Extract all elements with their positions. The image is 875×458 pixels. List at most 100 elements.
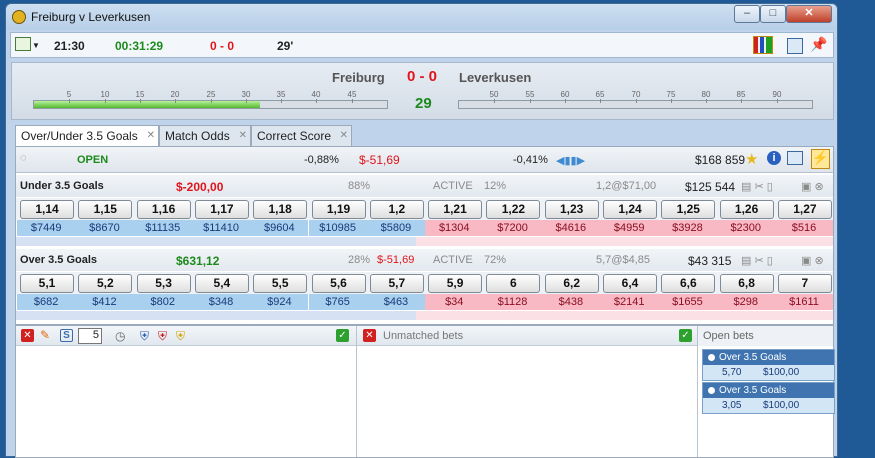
stake-select[interactable]: 5 [78,328,102,344]
lay-volume[interactable]: $7200 [483,220,542,236]
back-odds-button[interactable]: 5,6 [311,274,366,293]
info-icon[interactable]: i [767,151,781,165]
confirm-check-icon[interactable]: ✓ [336,329,349,342]
pin-icon[interactable]: 📌 [810,36,827,53]
back-volume[interactable]: $7449 [17,220,76,236]
lay-odds-button[interactable]: 1,22 [486,200,541,219]
lay-volume[interactable]: $2300 [716,220,775,236]
lay-odds-button[interactable]: 6 [486,274,541,293]
shield-blue-icon[interactable]: ⛨ [140,329,149,344]
lay-odds-button[interactable]: 6,2 [544,274,599,293]
back-volume[interactable]: $11135 [133,220,192,236]
shield-warning-icon[interactable]: ⛨ [176,329,185,344]
runner-tools-icon[interactable]: ▤ ✂ ▯ [741,254,773,267]
screenshot-icon[interactable] [787,38,803,54]
header-score: 0 - 0 [407,68,438,85]
back-volume[interactable]: $11410 [191,220,251,236]
expand-icon[interactable]: ▣ ⊗ [801,180,824,193]
cancel-all-icon[interactable]: ✕ [21,329,34,342]
lay-volume[interactable]: $1128 [483,294,542,310]
back-odds-button[interactable]: 1,15 [78,200,133,219]
confirm-unmatched-icon[interactable]: ✓ [679,329,692,342]
star-icon[interactable]: ★ [745,150,758,168]
back-volume[interactable]: $8670 [75,220,134,236]
cancel-unmatched-icon[interactable]: ✕ [363,329,376,342]
new-window-icon[interactable] [15,37,31,51]
lay-volume[interactable]: $34 [425,294,484,310]
lay-volume[interactable]: $516 [774,220,834,236]
timeline-tick [69,99,70,103]
lay-odds-button[interactable]: 1,25 [661,200,716,219]
depth-bar [16,311,833,320]
maximize-button[interactable]: □ [760,5,786,23]
back-volume[interactable]: $412 [75,294,134,310]
back-odds-button[interactable]: 1,16 [136,200,191,219]
lay-volume[interactable]: $438 [541,294,600,310]
volume-row: $682 $412 $802 $348 $924 $765 $463 $34 $1128 $438… [16,294,834,310]
back-odds-button[interactable]: 5,4 [194,274,249,293]
lay-odds-button[interactable]: 6,8 [719,274,774,293]
graph-icon[interactable] [787,151,803,165]
lay-odds-button[interactable]: 1,21 [428,200,483,219]
lay-volume[interactable]: $4616 [541,220,600,236]
back-volume[interactable]: $802 [133,294,192,310]
close-button[interactable]: ✕ [786,5,832,23]
back-volume[interactable]: $5809 [366,220,426,236]
chart-icon[interactable] [753,36,773,54]
back-volume[interactable]: $10985 [308,220,367,236]
broom-icon[interactable]: ✎ [40,328,50,342]
lay-volume[interactable]: $298 [716,294,775,310]
lay-odds-button[interactable]: 6,6 [661,274,716,293]
back-odds-button[interactable]: 1,2 [369,200,424,219]
back-volume[interactable]: $348 [191,294,251,310]
dropdown-icon[interactable]: ▼ [32,41,40,50]
back-odds-button[interactable]: 1,14 [20,200,74,219]
back-volume[interactable]: $463 [366,294,426,310]
stopwatch-icon[interactable]: ◷ [115,329,125,343]
lay-odds-button[interactable]: 1,23 [544,200,599,219]
tab-correct-score[interactable]: Correct Score ✕ [251,125,352,146]
timeline-tick [281,99,282,103]
lay-odds-button[interactable]: 1,27 [777,200,832,219]
back-volume[interactable]: $9604 [250,220,309,236]
lay-volume[interactable]: $1611 [774,294,834,310]
lay-odds-button[interactable]: 6,4 [603,274,657,293]
back-odds-button[interactable]: 5,7 [369,274,424,293]
refresh-arrows-icon[interactable]: ◀▮▮▶ [556,154,585,167]
tab-over-under[interactable]: Over/Under 3.5 Goals ✕ [15,125,159,147]
lay-volume[interactable]: $3928 [658,220,717,236]
back-volume[interactable]: $765 [308,294,367,310]
back-odds-button[interactable]: 5,1 [20,274,74,293]
expand-icon[interactable]: ▣ ⊗ [801,254,824,267]
back-odds-button[interactable]: 5,5 [253,274,308,293]
lightning-icon[interactable]: ⚡ [811,149,830,169]
open-bet-item[interactable]: Over 3.5 Goals 5,70 $100,00 [702,349,835,381]
tab-match-odds[interactable]: Match Odds ✕ [159,125,251,146]
lay-volume[interactable]: $1655 [658,294,717,310]
lay-odds-button[interactable]: 5,9 [428,274,483,293]
back-odds-button[interactable]: 1,19 [311,200,366,219]
back-odds-button[interactable]: 1,18 [253,200,308,219]
back-volume[interactable]: $924 [250,294,309,310]
minimize-button[interactable]: – [734,5,760,23]
stake-s-icon[interactable]: S [60,329,73,342]
lay-odds-button[interactable]: 1,26 [719,200,774,219]
back-odds-button[interactable]: 5,2 [78,274,133,293]
lay-volume[interactable]: $2141 [600,294,659,310]
lay-volume[interactable]: $1304 [425,220,484,236]
close-tab-icon[interactable]: ✕ [147,130,155,141]
close-tab-icon[interactable]: ✕ [239,130,247,141]
lay-odds-button[interactable]: 1,24 [603,200,657,219]
lay-volume[interactable]: $4959 [600,220,659,236]
shield-red-icon[interactable]: ⛨ [158,329,167,344]
open-bet-item[interactable]: Over 3.5 Goals 3,05 $100,00 [702,382,835,414]
back-volume[interactable]: $682 [17,294,76,310]
runner-tools-icon[interactable]: ▤ ✂ ▯ [741,180,773,193]
timeline-tick-label: 40 [311,90,321,99]
timeline-tick [741,99,742,103]
back-odds-button[interactable]: 5,3 [136,274,191,293]
timeline-tick-label: 75 [666,90,676,99]
close-tab-icon[interactable]: ✕ [340,130,348,141]
lay-odds-button[interactable]: 7 [777,274,832,293]
back-odds-button[interactable]: 1,17 [194,200,249,219]
